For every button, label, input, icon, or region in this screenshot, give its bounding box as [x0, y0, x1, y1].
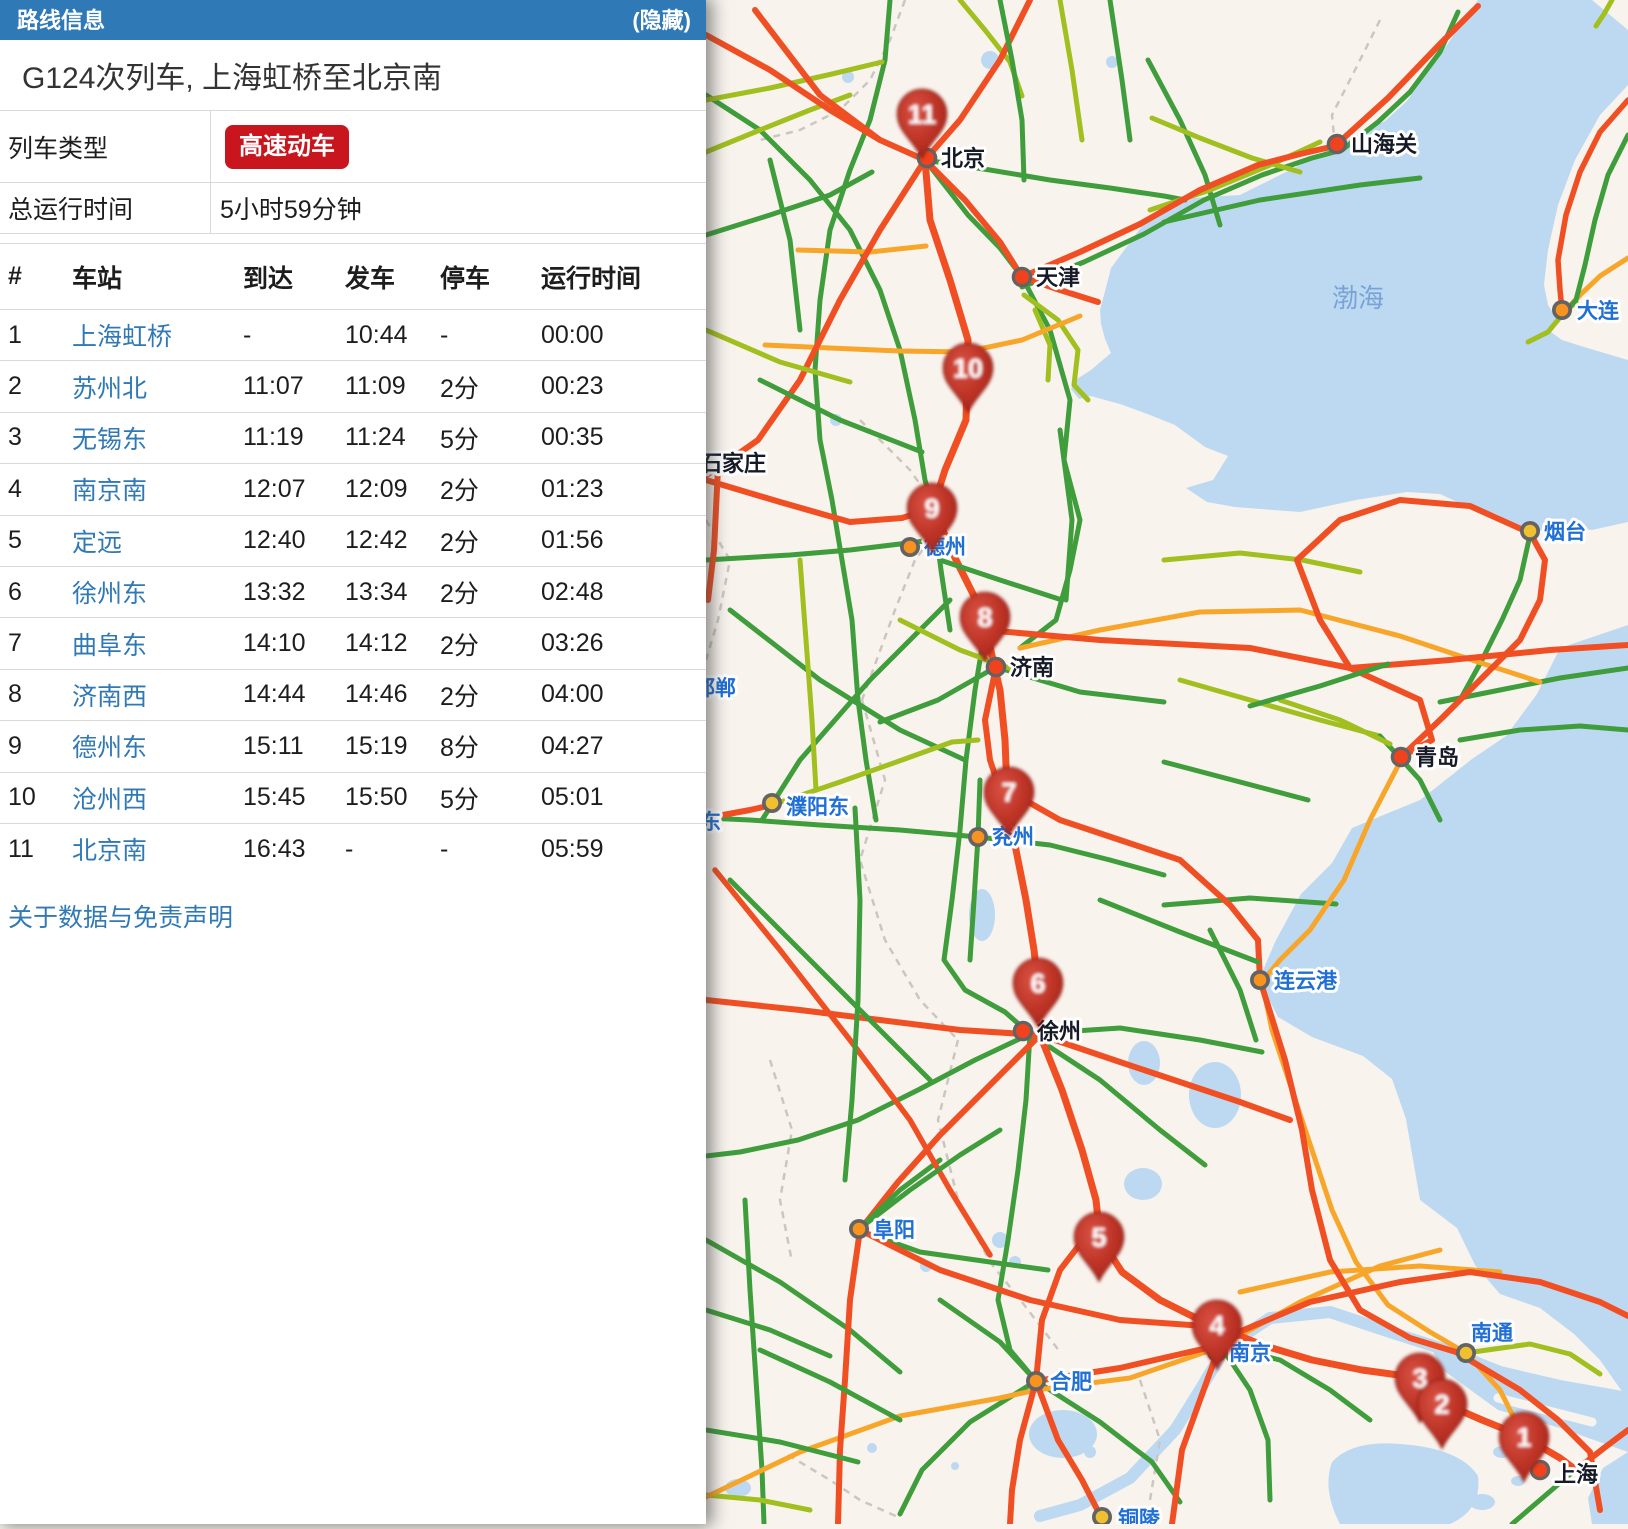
- svg-text:濮阳东: 濮阳东: [786, 795, 849, 819]
- svg-text:铜陵: 铜陵: [1118, 1507, 1161, 1524]
- svg-text:8: 8: [977, 603, 992, 633]
- svg-text:1: 1: [1516, 1423, 1531, 1453]
- svg-text:徐州: 徐州: [1036, 1019, 1081, 1044]
- svg-text:大连: 大连: [1577, 299, 1620, 323]
- svg-text:阜阳: 阜阳: [873, 1218, 915, 1242]
- svg-text:邯郸: 邯郸: [706, 676, 736, 700]
- svg-text:济南: 济南: [1010, 655, 1054, 680]
- svg-text:山海关: 山海关: [1351, 132, 1417, 157]
- svg-text:连云港: 连云港: [1274, 969, 1338, 993]
- svg-text:上海: 上海: [1554, 1462, 1598, 1487]
- svg-text:烟台: 烟台: [1544, 520, 1586, 544]
- svg-text:渤海: 渤海: [1332, 283, 1384, 313]
- svg-text:6: 6: [1030, 969, 1045, 999]
- svg-text:北京: 北京: [941, 146, 985, 171]
- svg-text:合肥: 合肥: [1050, 1370, 1092, 1394]
- svg-text:南京: 南京: [1229, 1341, 1271, 1365]
- svg-text:2: 2: [1434, 1390, 1449, 1420]
- svg-text:11: 11: [908, 100, 937, 130]
- svg-text:青岛: 青岛: [1415, 745, 1459, 770]
- svg-text:4: 4: [1209, 1311, 1224, 1341]
- svg-text:天津: 天津: [1036, 265, 1080, 290]
- svg-text:10: 10: [953, 354, 983, 384]
- svg-text:7: 7: [1001, 778, 1016, 808]
- svg-text:石家庄: 石家庄: [706, 451, 766, 476]
- svg-text:南通: 南通: [1471, 1321, 1513, 1345]
- svg-text:9: 9: [924, 494, 939, 524]
- svg-text:东: 东: [706, 810, 721, 834]
- svg-text:5: 5: [1091, 1223, 1106, 1253]
